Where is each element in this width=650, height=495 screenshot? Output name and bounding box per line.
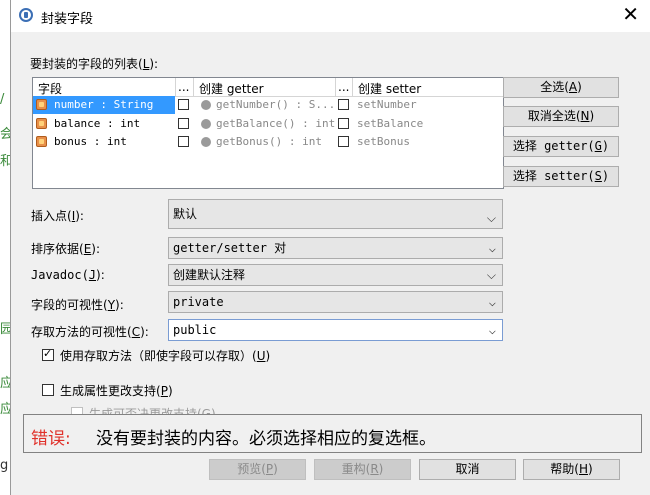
method-icon xyxy=(201,100,211,110)
field-visibility-label: 字段的可视性(Y): xyxy=(31,298,124,312)
fields-table: 字段 ... 创建 getter ... 创建 setter number : … xyxy=(32,77,504,189)
method-icon xyxy=(201,119,211,129)
help-button[interactable]: 帮助(H) xyxy=(523,459,620,480)
column-header-setter-toggle[interactable]: ... xyxy=(338,80,349,94)
error-message-box: 错误: 没有要封装的内容。必须选择相应的复选框。 xyxy=(23,414,642,453)
close-icon[interactable]: ✕ xyxy=(622,4,639,24)
chevron-down-icon: ⌵ xyxy=(488,241,496,255)
setter-name: setNumber xyxy=(357,98,417,111)
chevron-down-icon: ⌵ xyxy=(488,295,496,309)
field-icon xyxy=(36,99,47,110)
accessor-visibility-select[interactable]: public ⌵ xyxy=(168,319,503,341)
veto-change-checkbox xyxy=(71,407,83,414)
app-icon xyxy=(19,8,33,22)
getter-checkbox[interactable] xyxy=(178,99,189,110)
column-header-create-setter[interactable]: 创建 setter xyxy=(358,80,421,97)
refactor-button[interactable]: 重构(R) xyxy=(314,459,411,480)
field-name: number : String xyxy=(54,98,154,111)
column-header-create-getter[interactable]: 创建 getter xyxy=(199,80,264,97)
sort-by-label: 排序依据(E): xyxy=(31,242,101,256)
chevron-down-icon: ⌵ xyxy=(486,211,496,225)
select-getters-button[interactable]: 选择 getter(G) xyxy=(503,136,619,157)
fields-list-label: 要封装的字段的列表(L): xyxy=(30,57,159,71)
getter-name: getBonus() : int xyxy=(216,135,322,148)
use-accessors-checkbox[interactable] xyxy=(42,347,54,361)
insert-point-select[interactable]: 默认 ⌵ xyxy=(168,199,503,229)
preview-button[interactable]: 预览(P) xyxy=(209,459,306,480)
insert-point-label: 插入点(I): xyxy=(31,209,84,223)
deselect-all-button[interactable]: 取消全选(N) xyxy=(503,106,619,127)
sort-by-select[interactable]: getter/setter 对 ⌵ xyxy=(168,237,503,259)
table-header: 字段 ... 创建 getter ... 创建 setter xyxy=(33,78,503,97)
column-header-getter-toggle[interactable]: ... xyxy=(178,80,189,94)
background-char: g xyxy=(0,458,9,473)
encapsulate-fields-dialog: 封装字段 ✕ 要封装的字段的列表(L): 字段 ... 创建 getter ..… xyxy=(10,0,650,495)
setter-checkbox[interactable] xyxy=(338,118,349,129)
background-char: / xyxy=(0,92,5,107)
field-icon xyxy=(36,136,47,147)
title-bar: 封装字段 ✕ xyxy=(11,0,650,32)
javadoc-select[interactable]: 创建默认注释 ⌵ xyxy=(168,264,503,286)
table-row[interactable]: number : String getNumber() : S... setNu… xyxy=(33,96,503,114)
property-change-checkbox[interactable] xyxy=(42,384,54,396)
getter-checkbox[interactable] xyxy=(178,136,189,147)
accessor-visibility-label: 存取方法的可视性(C): xyxy=(31,325,149,339)
chevron-down-icon: ⌵ xyxy=(488,323,496,337)
setter-name: setBonus xyxy=(357,135,410,148)
getter-checkbox[interactable] xyxy=(178,118,189,129)
setter-checkbox[interactable] xyxy=(338,136,349,147)
dialog-title: 封装字段 xyxy=(41,12,94,27)
select-setters-button[interactable]: 选择 setter(S) xyxy=(503,166,619,187)
error-message: 没有要封装的内容。必须选择相应的复选框。 xyxy=(96,429,436,449)
column-header-field[interactable]: 字段 xyxy=(38,80,62,97)
field-cell[interactable]: number : String xyxy=(33,96,175,114)
chevron-down-icon: ⌵ xyxy=(486,268,496,282)
property-change-label: 生成属性更改支持(P) xyxy=(60,384,173,398)
cancel-button[interactable]: 取消 xyxy=(419,459,516,480)
field-visibility-select[interactable]: private ⌵ xyxy=(168,291,503,313)
field-name: balance : int xyxy=(54,117,141,130)
veto-change-label: 生成可否决更改支持(G) xyxy=(89,407,216,414)
method-icon xyxy=(201,137,211,147)
table-row[interactable]: bonus : int getBonus() : int setBonus xyxy=(33,133,503,151)
javadoc-label: Javadoc(J): xyxy=(31,268,105,282)
getter-name: getNumber() : S... xyxy=(216,98,336,111)
veto-change-row: 生成可否决更改支持(G) xyxy=(61,405,361,414)
field-cell[interactable]: bonus : int xyxy=(33,133,175,151)
use-accessors-label: 使用存取方法（即使字段可以存取）(U) xyxy=(60,349,271,363)
field-name: bonus : int xyxy=(54,135,127,148)
error-label: 错误: xyxy=(31,429,71,449)
select-all-button[interactable]: 全选(A) xyxy=(503,77,619,98)
field-icon xyxy=(36,118,47,129)
setter-name: setBalance xyxy=(357,117,424,130)
table-row[interactable]: balance : int getBalance() : int setBala… xyxy=(33,115,503,133)
getter-name: getBalance() : int xyxy=(216,117,336,130)
setter-checkbox[interactable] xyxy=(338,99,349,110)
field-cell[interactable]: balance : int xyxy=(33,115,175,133)
